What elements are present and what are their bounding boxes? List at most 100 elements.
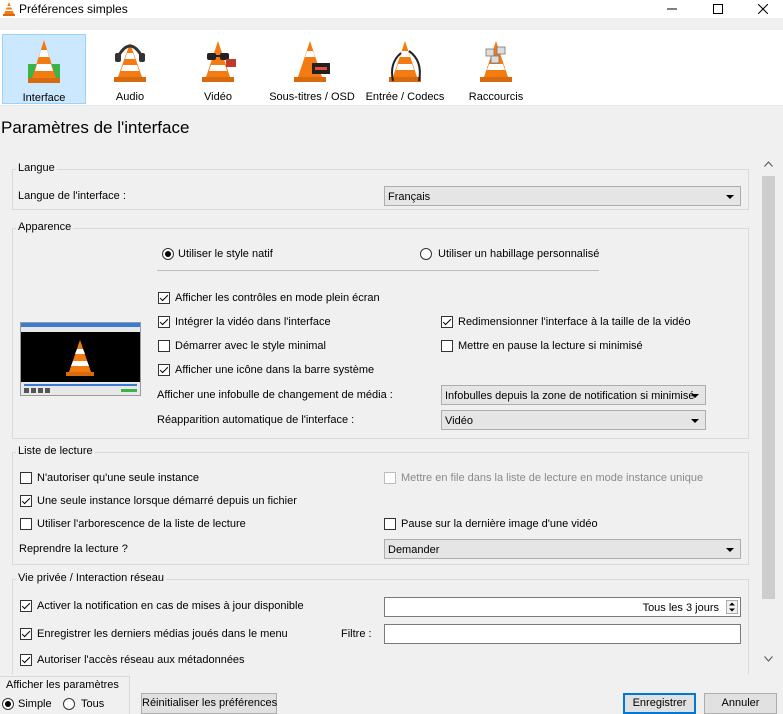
maximize-icon xyxy=(713,4,723,14)
media-tooltip-label: Afficher une infobulle de changement de … xyxy=(157,389,393,401)
category-label: Sous-titres / OSD xyxy=(269,91,355,103)
auto-raise-select[interactable]: Vidéo xyxy=(441,410,706,430)
resume-playback-label: Reprendre la lecture ? xyxy=(19,543,128,555)
preferences-scroll-area: Langue Langue de l'interface : Français … xyxy=(0,155,760,674)
vlc-cone-headphones-icon xyxy=(114,43,146,82)
chevron-down-icon xyxy=(691,419,699,423)
category-video[interactable]: Vidéo xyxy=(176,34,260,104)
cancel-button[interactable]: Annuler xyxy=(704,693,777,714)
category-shortcuts[interactable]: Raccourcis xyxy=(456,34,536,104)
vlc-preview-illustration xyxy=(21,323,140,395)
simple-label: Simple xyxy=(18,698,52,710)
title-bar: Préférences simples xyxy=(0,0,783,18)
category-toolbar: Interface Audio Vidéo Sous-titres / OSD … xyxy=(0,30,783,106)
show-settings-group: Afficher les paramètres Simple Tous xyxy=(0,676,130,714)
vertical-scrollbar[interactable] xyxy=(760,155,777,667)
category-audio[interactable]: Audio xyxy=(88,34,172,104)
minimal-style-checkbox[interactable] xyxy=(158,340,170,352)
playlist-tree-label: Utiliser l'arborescence de la liste de l… xyxy=(37,518,246,530)
interface-language-select[interactable]: Français xyxy=(384,186,741,206)
page-title: Paramètres de l'interface xyxy=(1,118,190,137)
auto-raise-label: Réapparition automatique de l'interface … xyxy=(157,414,355,426)
enqueue-checkbox[interactable] xyxy=(384,472,396,484)
category-label: Entrée / Codecs xyxy=(365,91,445,103)
embed-video-checkbox[interactable] xyxy=(158,316,170,328)
pause-last-frame-label: Pause sur la dernière image d'une vidéo xyxy=(401,518,598,530)
fullscreen-controls-checkbox[interactable] xyxy=(158,292,170,304)
resize-interface-label: Redimensionner l'interface à la taille d… xyxy=(458,316,691,328)
vlc-cone-subtitles-icon xyxy=(294,41,330,82)
vlc-cone-keys-icon xyxy=(480,41,512,82)
category-label: Audio xyxy=(115,91,145,103)
fullscreen-controls-label: Afficher les contrôles en mode plein écr… xyxy=(175,292,380,304)
native-style-label: Utiliser le style natif xyxy=(178,248,273,260)
separator xyxy=(157,270,599,271)
update-interval-spinbox[interactable]: Tous les 3 jours xyxy=(384,597,741,617)
close-button[interactable] xyxy=(743,0,783,18)
update-notify-checkbox[interactable] xyxy=(20,600,32,612)
resize-interface-checkbox[interactable] xyxy=(441,316,453,328)
pause-last-frame-checkbox[interactable] xyxy=(384,518,396,530)
chevron-down-icon xyxy=(726,195,734,199)
category-label: Raccourcis xyxy=(468,91,524,103)
systray-icon-checkbox[interactable] xyxy=(158,364,170,376)
maximize-button[interactable] xyxy=(698,0,738,18)
native-style-preview-image xyxy=(20,322,141,396)
native-style-radio[interactable] xyxy=(162,248,174,260)
interface-language-label: Langue de l'interface : xyxy=(18,190,126,202)
embed-video-label: Intégrer la vidéo dans l'interface xyxy=(175,316,331,328)
one-instance-checkbox[interactable] xyxy=(20,472,32,484)
category-subtitles-osd[interactable]: Sous-titres / OSD xyxy=(266,34,358,104)
resume-playback-select[interactable]: Demander xyxy=(384,539,741,559)
scroll-thumb[interactable] xyxy=(762,176,775,599)
category-input-codecs[interactable]: Entrée / Codecs xyxy=(362,34,448,104)
spin-arrows-icon[interactable] xyxy=(726,600,738,614)
one-instance-label: N'autoriser qu'une seule instance xyxy=(37,472,199,484)
recent-media-label: Enregistrer les derniers médias joués da… xyxy=(37,628,288,640)
media-tooltip-select[interactable]: Infobulles depuis la zone de notificatio… xyxy=(441,385,706,405)
group-legend: Langue xyxy=(16,161,57,175)
vlc-cone-glasses-icon xyxy=(202,41,236,82)
vlc-cone-icon xyxy=(3,2,15,16)
group-legend: Apparence xyxy=(16,220,74,234)
select-value: Français xyxy=(388,191,431,203)
update-notify-label: Activer la notification en cas de mises … xyxy=(37,600,304,612)
category-label: Interface xyxy=(22,92,66,104)
simple-radio[interactable] xyxy=(2,698,14,710)
category-label: Vidéo xyxy=(204,91,232,103)
pause-minimized-checkbox[interactable] xyxy=(441,340,453,352)
select-value: Vidéo xyxy=(445,415,473,427)
minimize-icon xyxy=(667,8,677,10)
filter-label: Filtre : xyxy=(341,628,372,640)
chevron-down-icon xyxy=(691,394,699,398)
reset-preferences-button[interactable]: Réinitialiser les préférences xyxy=(141,693,277,714)
minimal-style-label: Démarrer avec le style minimal xyxy=(175,340,326,352)
metadata-access-checkbox[interactable] xyxy=(20,654,32,666)
vlc-cone-cables-icon xyxy=(389,41,421,82)
select-value: Infobulles depuis la zone de notificatio… xyxy=(445,390,695,402)
playlist-tree-checkbox[interactable] xyxy=(20,518,32,530)
vlc-cone-icon xyxy=(28,40,60,83)
show-settings-legend: Afficher les paramètres xyxy=(5,678,120,692)
window-title: Préférences simples xyxy=(19,2,128,16)
save-button[interactable]: Enregistrer xyxy=(623,693,696,714)
close-icon xyxy=(758,4,768,14)
all-label: Tous xyxy=(81,698,105,710)
filter-input[interactable] xyxy=(384,624,741,644)
all-radio[interactable] xyxy=(63,698,75,710)
enqueue-label: Mettre en file dans la liste de lecture … xyxy=(401,472,704,484)
custom-skin-radio[interactable] xyxy=(420,248,432,260)
metadata-access-label: Autoriser l'accès réseau aux métadonnées xyxy=(37,654,245,666)
group-privacy: Vie privée / Interaction réseau Activer … xyxy=(12,571,749,674)
category-interface[interactable]: Interface xyxy=(2,34,86,104)
scroll-down-button[interactable] xyxy=(760,650,777,667)
recent-media-checkbox[interactable] xyxy=(20,628,32,640)
group-legend: Liste de lecture xyxy=(16,444,95,458)
chevron-up-icon xyxy=(764,160,773,167)
select-value: Demander xyxy=(388,544,440,556)
one-instance-file-checkbox[interactable] xyxy=(20,495,32,507)
scroll-up-button[interactable] xyxy=(760,155,777,172)
custom-skin-label: Utiliser un habillage personnalisé xyxy=(438,248,600,260)
spinbox-value: Tous les 3 jours xyxy=(642,602,719,614)
minimize-button[interactable] xyxy=(652,0,692,18)
